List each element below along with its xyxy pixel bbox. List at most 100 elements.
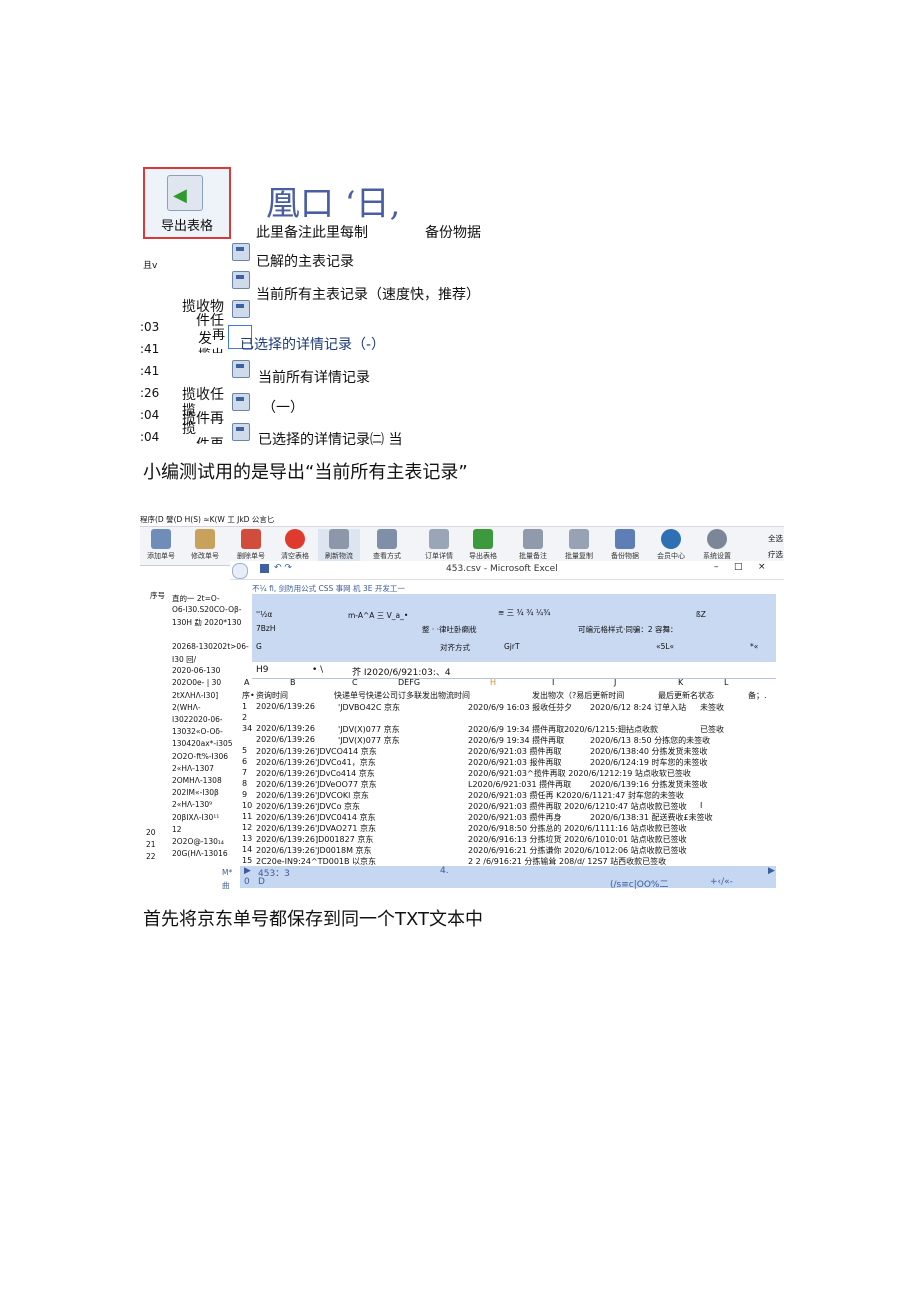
batch-copy-button[interactable]: 批量复制	[558, 529, 600, 563]
select-all-label[interactable]: 全选	[768, 533, 783, 544]
table-row[interactable]: 10 2020/6/139:26'JDVCo 京东 2020/6/921:03 攒件…	[240, 801, 776, 812]
table-cell[interactable]: 1	[242, 702, 247, 711]
table-cell[interactable]: 2020/6/9 16:03 报收任芬夕	[468, 702, 572, 713]
menu-item-exported-master[interactable]: 已解的主表记录	[256, 251, 354, 271]
table-row[interactable]: 12 2020/6/139:26'JDVAO271 京东 2020/6/918:50…	[240, 823, 776, 834]
table-cell[interactable]: 6	[242, 757, 247, 766]
table-cell[interactable]: 2020/6/9 19:34 攒件再取2020/6/1215:翅拈点收款	[468, 724, 658, 735]
delete-number-button[interactable]: 删除单号	[230, 529, 272, 563]
table-row[interactable]: 2020/6/139:26 'JDV(X)077 京东 2020/6/9 19:34…	[240, 735, 776, 746]
table-cell[interactable]: 2020/6/139:26'JDVeOO77 京东	[256, 779, 377, 790]
zoom-slider[interactable]: +‹/«-	[710, 877, 733, 887]
column-header[interactable]: A	[244, 678, 249, 687]
office-button-icon[interactable]	[232, 563, 248, 579]
table-row[interactable]: 13 2020/6/139:26]D001827 京东 2020/6/916:13 …	[240, 834, 776, 845]
table-row[interactable]: 9 2020/6/139:26'JDVCOKl 京东 2020/6/921:03 攒…	[240, 790, 776, 801]
order-detail-button[interactable]: 订单详情	[418, 529, 460, 563]
table-cell[interactable]: 2020/6/138:40 分拣发货未签收	[590, 746, 708, 757]
menu-item-all-master[interactable]: 当前所有主表记录（速度快，推荐）	[256, 284, 480, 304]
menu-item-blank[interactable]: （一）	[262, 397, 304, 417]
table-cell[interactable]: L2020/6/921:031 攒件再取	[468, 779, 571, 790]
column-header[interactable]: H	[490, 678, 496, 687]
table-cell[interactable]: 12	[242, 823, 252, 832]
column-header[interactable]: C	[352, 678, 358, 687]
table-cell[interactable]: 2020/6/139:26'JDVAO271 京东	[256, 823, 376, 834]
ribbon-align[interactable]: ≡ 三 ¾ ¾ ¼¾	[498, 607, 550, 618]
table-cell[interactable]: 13	[242, 834, 252, 843]
batch-note-button[interactable]: 批量备注	[512, 529, 554, 563]
column-header[interactable]: L	[724, 678, 728, 687]
invert-select-label[interactable]: 疗选	[768, 549, 783, 560]
menu-item-selected-detail-2[interactable]: 已选择的详情记录㈡ 当	[258, 429, 402, 449]
table-cell[interactable]: 2020/6/139:26'JDVCo 京东	[256, 801, 360, 812]
view-mode-button[interactable]: 查看方式	[366, 529, 408, 563]
table-row[interactable]: 1 2020/6/139:26 'JDVBO42C 京东 2020/6/9 16:03…	[240, 702, 776, 713]
table-cell[interactable]: 2020/6/916:21 分拣谦你 2020/6/1012:06 站点收款已签…	[468, 845, 687, 856]
table-cell[interactable]: 7	[242, 768, 247, 777]
member-center-button[interactable]: 会员中心	[650, 529, 692, 563]
column-header[interactable]: DEFG	[398, 678, 420, 687]
name-box[interactable]: H9	[256, 665, 269, 675]
table-cell[interactable]: 14	[242, 845, 252, 854]
add-number-button[interactable]: 添加单号	[140, 529, 182, 563]
table-row[interactable]: 14 2020/6/139:26'JD0018M 京东 2020/6/916:21 …	[240, 845, 776, 856]
table-row[interactable]: 11 2020/6/139:26'JDVC0414 京东 2020/6/921:03…	[240, 812, 776, 823]
table-cell[interactable]: 2020/6/9 19:34 攒件再取	[468, 735, 564, 746]
table-cell[interactable]: 11	[242, 812, 252, 821]
table-cell[interactable]: 2020/6/921:03 报件再取	[468, 757, 562, 768]
table-cell[interactable]: 2020/6/139:26	[256, 702, 315, 711]
table-cell[interactable]: 2020/6/139:26]D001827 京东	[256, 834, 373, 845]
scroll-right-icon[interactable]: ▶	[768, 866, 775, 876]
table-cell[interactable]: 2020/6/124:19 时车您的未签收	[590, 757, 708, 768]
ribbon-bold[interactable]: 7BzH	[256, 624, 276, 633]
table-cell[interactable]: 已签收	[700, 724, 724, 735]
table-cell[interactable]: 2020/6/139:26'JDVC0414 京东	[256, 812, 376, 823]
ribbon-tabs[interactable]: 不¼ fi, 剑防用公式 CSS 事网 机 3E 开发工一	[252, 583, 405, 594]
table-cell[interactable]: 2020/6/138:31 配送费收£未签收	[590, 812, 713, 823]
backup-data-button[interactable]: 备份物据	[604, 529, 646, 563]
table-cell[interactable]: 2020/6/918:50 分拣总的 2020/6/1111:16 站点收款已签…	[468, 823, 687, 834]
table-cell[interactable]: I	[700, 801, 702, 810]
table-cell[interactable]: 2	[242, 713, 247, 722]
table-cell[interactable]: 2020/6/139:26'JD0018M 京东	[256, 845, 372, 856]
column-header[interactable]: I	[552, 678, 554, 687]
table-row[interactable]: 34 2020/6/139:26 'JDV(X)077 京东 2020/6/9 19:…	[240, 724, 776, 735]
menu-item-all-detail[interactable]: 当前所有详情记录	[258, 367, 370, 387]
ribbon-cell-styles[interactable]: 可编元格样式·同骗：2 容舞：	[578, 624, 678, 635]
table-row[interactable]: 2	[240, 713, 776, 724]
table-cell[interactable]: 2020/6/921:03 攒件再身	[468, 812, 562, 823]
table-cell[interactable]: 15	[242, 856, 252, 865]
table-cell[interactable]: 2020/6/921:03 攒任再 K2020/6/1121:47 封车您的未签…	[468, 790, 684, 801]
table-cell[interactable]: 2020/6/139:26	[256, 735, 315, 744]
table-cell[interactable]: 'JDV(X)077 京东	[338, 735, 400, 746]
table-cell[interactable]: 2020/6/916:13 分拣垃货 2020/6/1010:01 站点收款已签…	[468, 834, 687, 845]
menu-item-selected-detail[interactable]: 已选择的详情记录（-）	[240, 334, 385, 354]
clear-table-button[interactable]: 清空表格	[274, 529, 316, 563]
table-cell[interactable]: 2020/6/139:16 分拣发货未签收	[590, 779, 708, 790]
ribbon-font-size[interactable]: m-A^A 三 V_a_•	[348, 610, 408, 621]
table-cell[interactable]: 未签收	[700, 702, 724, 713]
column-header[interactable]: B	[290, 678, 296, 687]
table-cell[interactable]: 2020/6/13 8:50 分拣您的未签收	[590, 735, 710, 746]
table-row[interactable]: 5 2020/6/139:26'JDVCO414 京东 2020/6/921:03 …	[240, 746, 776, 757]
table-cell[interactable]: 34	[242, 724, 252, 733]
settings-button[interactable]: 系统设置	[696, 529, 738, 563]
table-cell[interactable]: 10	[242, 801, 252, 810]
table-row[interactable]: 8 2020/6/139:26'JDVeOO77 京东 L2020/6/921:03…	[240, 779, 776, 790]
table-cell[interactable]: 2020/6/139:26'JDVCo41，京东	[256, 757, 376, 768]
table-cell[interactable]: 2020/6/139:26'JDvCo414 京东	[256, 768, 375, 779]
export-table-button[interactable]: ◀ 导出表格	[143, 167, 231, 239]
minimize-icon[interactable]: –	[714, 562, 719, 572]
ribbon-format[interactable]: 整 · ·律吐卧癞戕	[422, 624, 477, 635]
undo-icon[interactable]: ↶ ↷	[274, 563, 292, 573]
table-row[interactable]: 6 2020/6/139:26'JDVCo41，京东 2020/6/921:03 报…	[240, 757, 776, 768]
formula-input[interactable]: 芥 I2020/6/921:03:、4	[352, 665, 451, 678]
table-cell[interactable]: 5	[242, 746, 247, 755]
save-icon[interactable]	[260, 564, 269, 573]
table-cell[interactable]: 2020/6/12 8:24 订单入站	[590, 702, 686, 713]
maximize-icon[interactable]: □	[734, 562, 743, 572]
table-cell[interactable]: 2020/6/921:03 攒件再取	[468, 746, 562, 757]
table-cell[interactable]: 'JDVBO42C 京东	[338, 702, 400, 713]
table-row[interactable]: 7 2020/6/139:26'JDvCo414 京东 2020/6/921:03^…	[240, 768, 776, 779]
table-cell[interactable]: 2020/6/139:26	[256, 724, 315, 733]
